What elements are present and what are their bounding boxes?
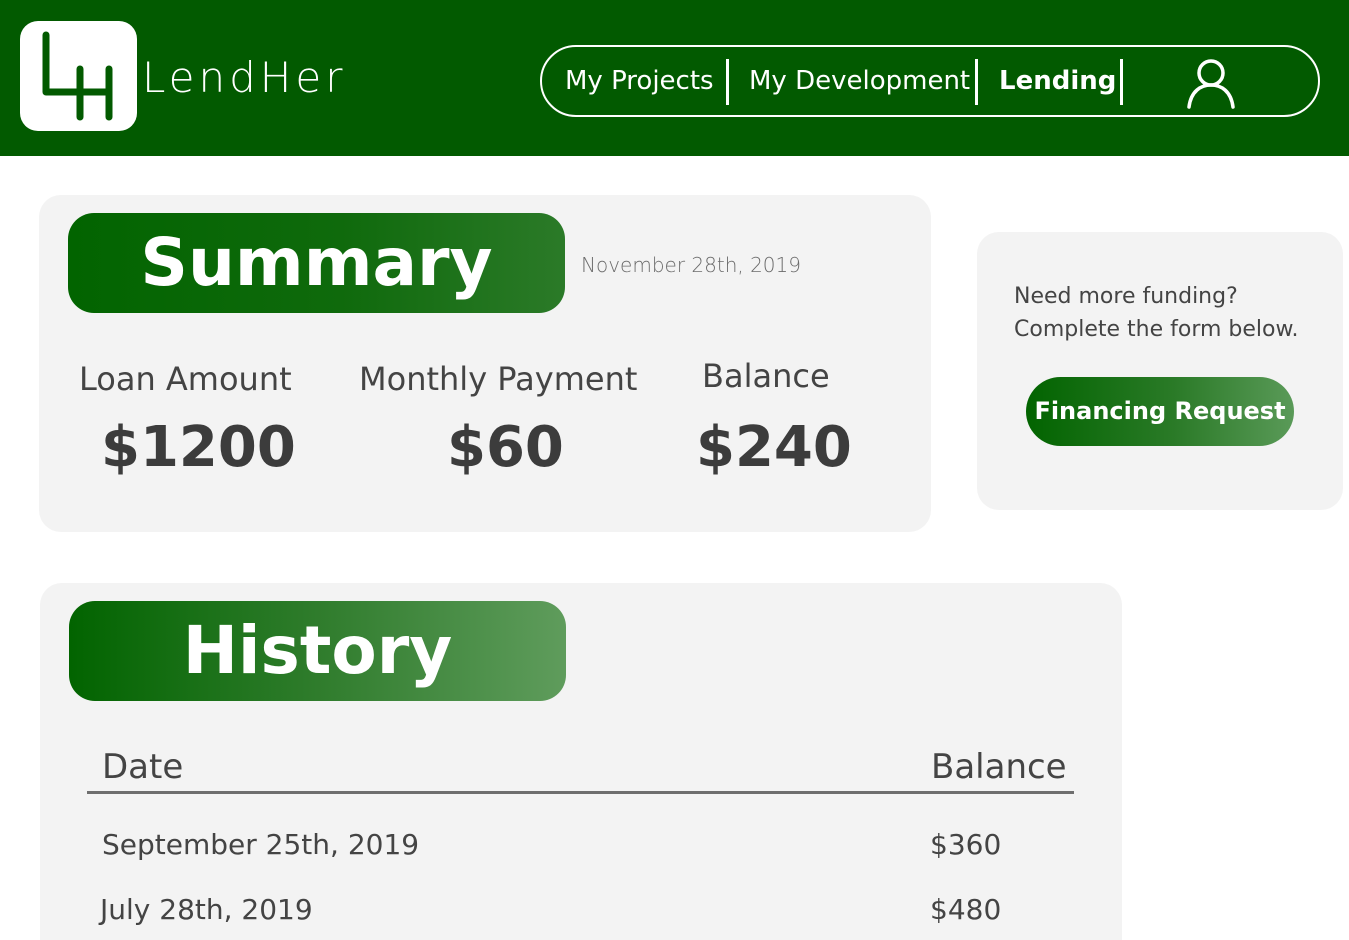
row-balance: $480 (930, 893, 1002, 926)
funding-prompt-line: Need more funding? (1014, 284, 1238, 309)
summary-title: Summary (68, 213, 565, 313)
row-balance: $360 (930, 828, 1002, 861)
brand-name: LendHer (142, 53, 347, 102)
nav-divider (726, 59, 729, 105)
app-header: LendHer My Projects My Development Lendi… (0, 0, 1349, 156)
balance-label: Balance (702, 357, 830, 395)
nav-item-lending[interactable]: Lending (999, 47, 1116, 115)
loan-amount-label: Loan Amount (79, 360, 292, 398)
nav-item-my-projects[interactable]: My Projects (565, 47, 714, 115)
header-divider (87, 791, 1074, 794)
summary-date: November 28th, 2019 (581, 253, 801, 277)
row-date: September 25th, 2019 (102, 828, 420, 861)
nav-item-my-development[interactable]: My Development (749, 47, 970, 115)
summary-card: Summary November 28th, 2019 Loan Amount … (39, 195, 931, 532)
monthly-payment-value: $60 (447, 415, 564, 480)
balance-value: $240 (696, 415, 852, 480)
monthly-payment-label: Monthly Payment (359, 360, 638, 398)
funding-prompt: Need more funding? Complete the form bel… (1014, 280, 1298, 346)
column-header-date: Date (102, 747, 184, 787)
nav-divider (1120, 59, 1123, 105)
main-nav: My Projects My Development Lending (540, 45, 1320, 117)
lh-logo-icon[interactable] (20, 21, 137, 131)
financing-request-button[interactable]: Financing Request (1026, 377, 1294, 446)
funding-prompt-line: Complete the form below. (1014, 317, 1299, 342)
user-icon[interactable] (1185, 57, 1237, 109)
history-card: History Date Balance September 25th, 201… (40, 583, 1122, 940)
history-title: History (69, 601, 566, 701)
row-date: July 28th, 2019 (100, 893, 313, 926)
nav-divider (975, 59, 978, 105)
funding-card: Need more funding? Complete the form bel… (977, 232, 1343, 510)
loan-amount-value: $1200 (101, 415, 296, 480)
column-header-balance: Balance (931, 747, 1067, 787)
